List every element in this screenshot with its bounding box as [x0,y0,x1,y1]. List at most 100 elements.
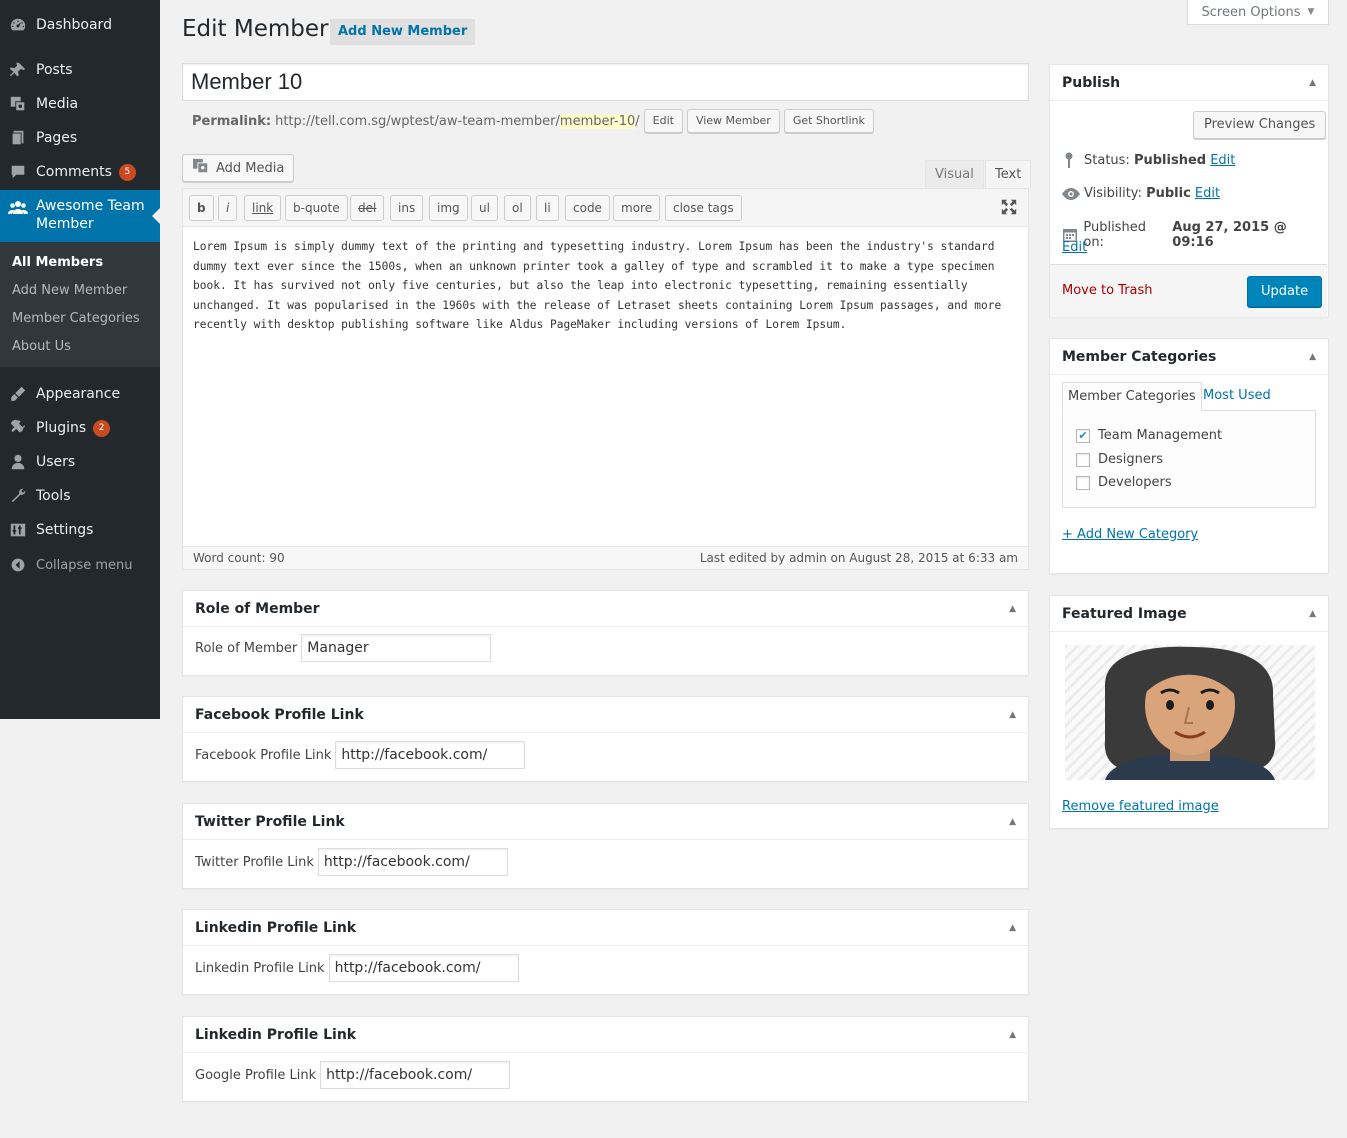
menu-item-tools[interactable]: Tools [0,479,160,513]
qt-img-button[interactable]: img [429,195,468,221]
meta-row: Facebook Profile Link [195,741,526,769]
metabox-header[interactable]: Linkedin Profile Link ▲ [183,1017,1028,1053]
metabox-header[interactable]: Facebook Profile Link ▲ [183,697,1028,733]
qt-ol-button[interactable]: ol [504,195,531,221]
metabox-header[interactable]: Linkedin Profile Link ▲ [183,910,1028,946]
menu-label: Plugins [36,420,87,436]
submenu-member-categories[interactable]: Member Categories [0,307,160,335]
menu-item-comments[interactable]: Comments 5 [0,155,160,189]
users-icon [0,453,36,471]
submenu-add-new-member[interactable]: Add New Member [0,279,160,307]
menu-item-dashboard[interactable]: Dashboard [0,8,160,42]
metabox-header[interactable]: Publish ▲ [1050,65,1328,101]
metabox-header[interactable]: Twitter Profile Link ▲ [183,804,1028,840]
twitter-input[interactable] [317,848,508,876]
preview-changes-button[interactable]: Preview Changes [1193,111,1327,139]
collapse-arrow-icon[interactable]: ▲ [1309,352,1316,362]
eye-icon [1062,187,1084,200]
role-input[interactable] [301,634,492,662]
metabox-header[interactable]: Member Categories ▲ [1050,339,1328,375]
collapse-menu-button[interactable]: Collapse menu [0,548,160,582]
metabox-header[interactable]: Featured Image ▲ [1050,596,1328,632]
menu-item-awesome-team-member[interactable]: Awesome Team Member [0,190,160,242]
featured-image[interactable] [1065,645,1315,780]
title-input[interactable] [182,63,1029,101]
qt-link-button[interactable]: link [244,195,282,221]
add-new-category-link[interactable]: + Add New Category [1062,527,1198,542]
media-icon [192,158,210,178]
move-to-trash-link[interactable]: Move to Trash [1062,283,1153,298]
content-textarea[interactable]: Lorem Ipsum is simply dummy text of the … [183,228,1028,546]
category-item[interactable]: ✔ Team Management [1076,428,1222,443]
checkbox[interactable] [1076,475,1090,490]
qt-ul-button[interactable]: ul [471,195,498,221]
menu-label: Tools [36,488,71,504]
collapse-arrow-icon[interactable]: ▲ [1009,817,1016,827]
collapse-arrow-icon[interactable]: ▲ [1309,78,1316,88]
menu-item-users[interactable]: Users [0,445,160,479]
qt-code-button[interactable]: code [565,195,610,221]
screen-options-button[interactable]: Screen Options ▼ [1187,0,1329,25]
add-media-button[interactable]: Add Media [182,154,295,182]
permalink-slug[interactable]: member-10 [559,113,636,129]
facebook-input[interactable] [335,741,526,769]
collapse-label: Collapse menu [36,557,133,573]
permalink-row: Permalink: http://tell.com.sg/wptest/aw-… [192,109,874,133]
collapse-arrow-icon[interactable]: ▲ [1009,604,1016,614]
checkbox[interactable] [1076,452,1090,467]
category-item[interactable]: Developers [1076,475,1172,490]
google-input[interactable] [320,1061,511,1089]
menu-item-pages[interactable]: Pages [0,121,160,155]
meta-row: Google Profile Link [195,1061,511,1089]
add-new-member-button[interactable]: Add New Member [330,19,476,45]
menu-label: Awesome Team Member [36,198,145,232]
tab-all-categories[interactable]: Member Categories [1062,382,1202,411]
status-line: Status: Published Edit [1062,152,1235,168]
tab-text[interactable]: Text [985,160,1032,189]
metabox-title: Linkedin Profile Link [195,1026,357,1043]
submenu-all-members[interactable]: All Members [0,251,160,279]
google-metabox: Linkedin Profile Link ▲ Google Profile L… [182,1016,1029,1102]
qt-bquote-button[interactable]: b-quote [285,195,348,221]
category-item[interactable]: Designers [1076,452,1163,467]
submenu-about-us[interactable]: About Us [0,335,160,363]
comments-count-badge: 5 [118,163,136,181]
linkedin-input[interactable] [328,954,519,982]
remove-featured-image-link[interactable]: Remove featured image [1062,799,1219,814]
edit-visibility-link[interactable]: Edit [1195,186,1220,201]
edit-date-link[interactable]: Edit [1062,240,1087,255]
field-label: Facebook Profile Link [195,747,332,763]
add-media-label: Add Media [216,160,285,176]
qt-ins-button[interactable]: ins [390,195,424,221]
fullscreen-icon[interactable] [1000,198,1018,220]
menu-item-posts[interactable]: Posts [0,53,160,87]
get-shortlink-button[interactable]: Get Shortlink [783,109,874,133]
view-member-button[interactable]: View Member [686,109,780,133]
collapse-arrow-icon[interactable]: ▲ [1009,710,1016,720]
menu-item-appearance[interactable]: Appearance [0,377,160,411]
tab-most-used[interactable]: Most Used [1203,382,1271,411]
menu-item-plugins[interactable]: Plugins 2 [0,411,160,445]
menu-item-settings[interactable]: Settings [0,513,160,547]
qt-close-tags-button[interactable]: close tags [665,195,742,221]
menu-label: Users [36,454,76,470]
menu-item-media[interactable]: Media [0,87,160,121]
qt-italic-button[interactable]: i [218,195,238,221]
editor: b i link b-quote del ins img ul ol li co… [182,188,1029,570]
qt-more-button[interactable]: more [613,195,661,221]
checkbox-checked[interactable]: ✔ [1076,428,1090,443]
tab-visual[interactable]: Visual [925,160,984,189]
collapse-arrow-icon[interactable]: ▲ [1009,1030,1016,1040]
qt-del-button[interactable]: del [350,195,385,221]
menu-label: Dashboard [36,17,112,33]
metabox-header[interactable]: Role of Member ▲ [183,591,1028,627]
meta-row: Linkedin Profile Link [195,954,519,982]
edit-status-link[interactable]: Edit [1210,153,1235,168]
qt-bold-button[interactable]: b [189,195,214,221]
collapse-arrow-icon[interactable]: ▲ [1309,609,1316,619]
update-button[interactable]: Update [1247,276,1323,307]
collapse-arrow-icon[interactable]: ▲ [1009,923,1016,933]
twitter-metabox: Twitter Profile Link ▲ Twitter Profile L… [182,803,1029,889]
qt-li-button[interactable]: li [536,195,559,221]
edit-slug-button[interactable]: Edit [643,109,683,133]
